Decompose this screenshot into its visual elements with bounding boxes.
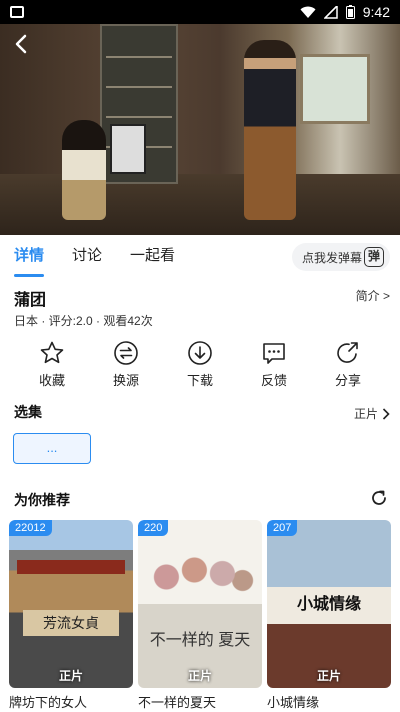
notification-icon — [10, 6, 24, 18]
switch-source-button[interactable]: 换源 — [89, 340, 163, 396]
episodes-more[interactable]: 正片 — [354, 405, 390, 422]
poster-text: 小城情缘 — [296, 596, 361, 613]
danmu-icon: 弹 — [364, 247, 384, 267]
send-danmu-label: 点我发弹幕 — [302, 250, 363, 265]
wifi-icon — [300, 6, 316, 18]
favorite-label: 收藏 — [38, 373, 65, 388]
quality-tag: 正片 — [316, 669, 341, 683]
poster-image: 不一样的 夏天 220 正片 — [138, 520, 262, 688]
episodes-right-label: 正片 — [353, 407, 378, 421]
poster-text: 不一样的 夏天 — [149, 632, 251, 649]
card-title: 小城情缘 — [267, 695, 320, 710]
episodes-title: 选集 — [14, 404, 42, 420]
download-label: 下载 — [186, 373, 213, 388]
action-bar: 收藏 换源 下载 反馈 分享 — [0, 340, 400, 396]
feedback-button[interactable]: 反馈 — [237, 340, 311, 396]
star-icon — [40, 341, 64, 364]
status-bar: 9:42 — [0, 0, 400, 24]
tab-details[interactable]: 详情 — [14, 235, 45, 277]
tab-watch-together[interactable]: 一起看 — [130, 235, 175, 277]
back-arrow-icon[interactable] — [10, 32, 34, 56]
recommend-title: 为你推荐 — [14, 492, 70, 508]
detail-tabs: 详情 讨论 一起看 点我发弹幕 弹 — [0, 235, 400, 277]
switch-source-icon — [114, 341, 138, 365]
feedback-label: 反馈 — [260, 373, 287, 388]
view-count-badge: 22012 — [9, 520, 52, 536]
feedback-icon — [263, 343, 285, 364]
view-count-badge: 220 — [138, 520, 169, 536]
poster-image: 小城情缘 207 正片 — [267, 520, 391, 688]
share-label: 分享 — [334, 373, 361, 388]
quality-tag: 正片 — [58, 669, 83, 683]
clock: 9:42 — [362, 4, 390, 20]
poster-image: 芳流女貞 22012 正片 — [9, 520, 133, 688]
movie-meta: 日本 · 评分:2.0 · 观看42次 — [14, 314, 153, 328]
card-title: 牌坊下的女人 — [9, 695, 88, 710]
recommend-card[interactable]: 小城情缘 207 正片 小城情缘 — [267, 520, 391, 711]
share-icon — [337, 342, 358, 363]
download-icon — [188, 341, 212, 365]
download-button[interactable]: 下载 — [163, 340, 237, 396]
tab-discussion[interactable]: 讨论 — [72, 235, 102, 277]
send-danmu-button[interactable]: 点我发弹幕 弹 — [292, 243, 390, 271]
quality-tag: 正片 — [187, 669, 212, 683]
switch-source-label: 换源 — [112, 373, 139, 388]
card-title: 不一样的夏天 — [138, 695, 217, 710]
signal-icon — [323, 5, 338, 19]
favorite-button[interactable]: 收藏 — [15, 340, 89, 396]
recommend-card[interactable]: 芳流女貞 22012 正片 牌坊下的女人 — [9, 520, 133, 711]
poster-text: 芳流女貞 — [23, 610, 119, 636]
intro-link[interactable]: 简介 > — [356, 287, 390, 304]
chevron-right-icon — [382, 407, 390, 420]
share-button[interactable]: 分享 — [311, 340, 385, 396]
video-player[interactable] — [0, 24, 400, 235]
refresh-icon[interactable] — [370, 489, 388, 507]
recommend-card[interactable]: 不一样的 夏天 220 正片 不一样的夏天 — [138, 520, 262, 711]
view-count-badge: 207 — [267, 520, 298, 536]
episode-item[interactable]: ... — [13, 433, 91, 464]
battery-icon — [345, 5, 355, 19]
movie-title: 蒲团 — [14, 292, 47, 309]
